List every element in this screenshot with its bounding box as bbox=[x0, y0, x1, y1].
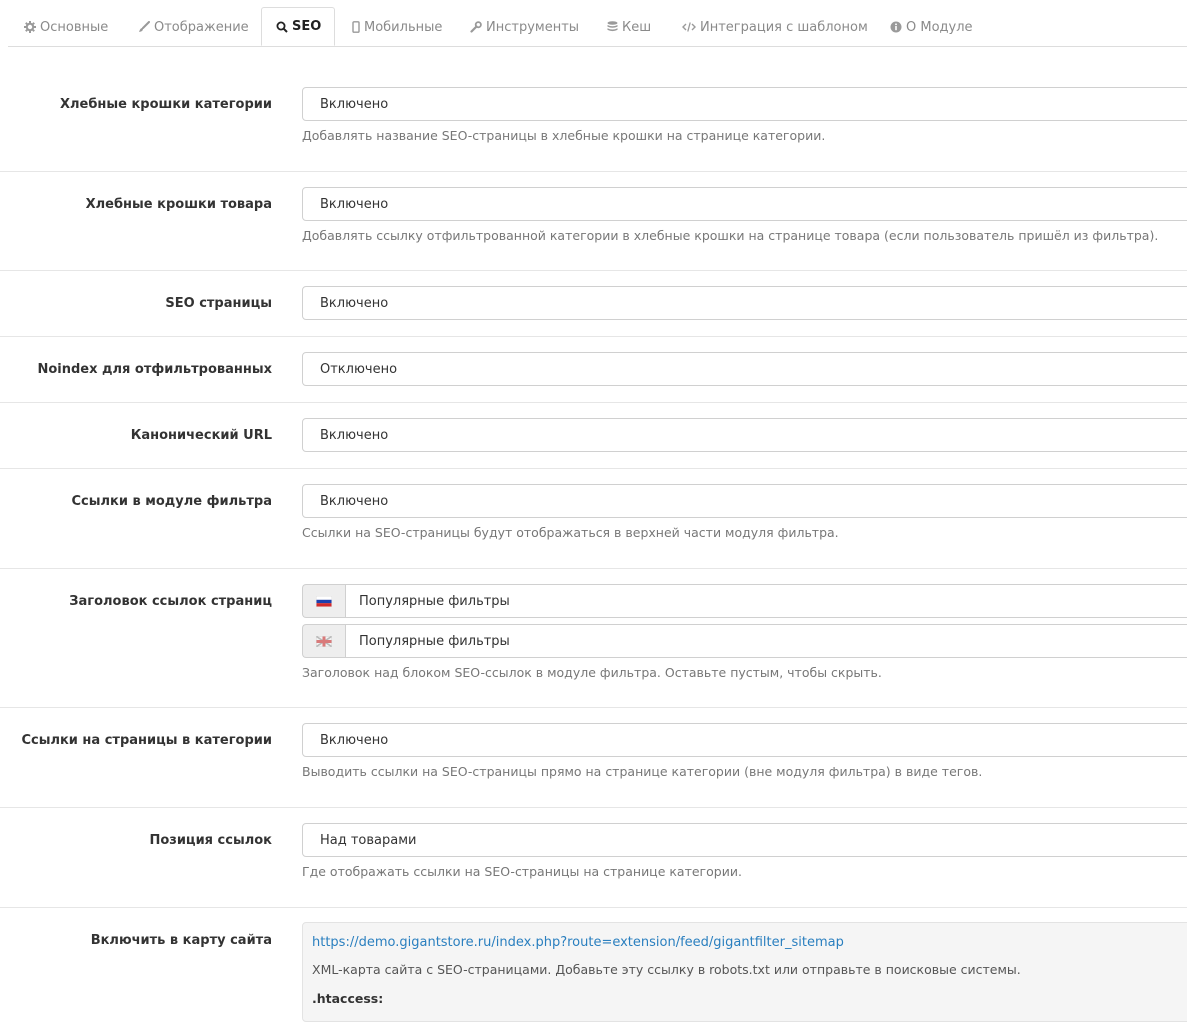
setting-label: Хлебные крошки товара bbox=[85, 197, 272, 212]
help-text: Выводить ссылки на SEO-страницы прямо на… bbox=[302, 764, 983, 779]
setting-label: SEO страницы bbox=[165, 296, 272, 311]
links-position-select[interactable]: Над товарами bbox=[302, 823, 1187, 857]
setting-row-links-position: Позиция ссылок Над товарами Где отобража… bbox=[0, 808, 1187, 908]
setting-row-product-breadcrumbs: Хлебные крошки товара Включено Добавлять… bbox=[0, 172, 1187, 271]
setting-label: Ссылки в модуле фильтра bbox=[71, 494, 273, 509]
noindex-select[interactable]: Отключено bbox=[302, 352, 1187, 386]
info-icon bbox=[890, 21, 902, 33]
tab-mobile[interactable]: Мобильные bbox=[352, 8, 442, 46]
setting-row-seo-pages: SEO страницы Включено bbox=[0, 271, 1187, 337]
setting-row-links-title: Заголовок ссылок страниц Популярные филь… bbox=[0, 569, 1187, 708]
tab-label: Кеш bbox=[622, 19, 652, 35]
ru-flag-icon bbox=[302, 584, 345, 618]
htaccess-label: .htaccess: bbox=[312, 991, 384, 1006]
setting-label: Заголовок ссылок страниц bbox=[69, 594, 272, 609]
tab-label: Инструменты bbox=[486, 19, 580, 35]
sitemap-help-text: XML-карта сайта с SEO-страницами. Добавь… bbox=[312, 962, 1021, 977]
tab-label: Интеграция с шаблоном bbox=[700, 19, 868, 35]
links-title-ru-group: Популярные фильтры bbox=[302, 584, 1187, 618]
mobile-icon bbox=[352, 21, 360, 33]
tab-tools[interactable]: Инструменты bbox=[470, 8, 579, 46]
tab-display[interactable]: Отображение bbox=[138, 8, 249, 46]
tab-label: Мобильные bbox=[364, 19, 443, 35]
setting-label: Хлебные крошки категории bbox=[59, 97, 272, 112]
tab-about[interactable]: О Модуле bbox=[890, 8, 973, 46]
tab-label: Отображение bbox=[154, 19, 249, 35]
tab-cache[interactable]: Кеш bbox=[607, 8, 651, 46]
setting-row-canonical: Канонический URL Включено bbox=[0, 403, 1187, 469]
canonical-select[interactable]: Включено bbox=[302, 418, 1187, 452]
tab-general[interactable]: Основные bbox=[24, 8, 108, 46]
help-text: Добавлять ссылку отфильтрованной категор… bbox=[302, 228, 1159, 243]
help-text: Добавлять название SEO-страницы в хлебны… bbox=[302, 128, 826, 143]
links-title-ru-input[interactable]: Популярные фильтры bbox=[345, 584, 1187, 618]
setting-label: Позиция ссылок bbox=[149, 833, 272, 848]
code-icon bbox=[682, 21, 696, 33]
setting-label: Ссылки на страницы в категории bbox=[21, 733, 272, 748]
settings-tabs: Основные Отображение SEO Мобильные Инстр… bbox=[8, 0, 1187, 47]
setting-label-sitemap: Включить в карту сайта bbox=[90, 933, 272, 948]
filter-links-select[interactable]: Включено bbox=[302, 484, 1187, 518]
brush-icon bbox=[138, 21, 150, 33]
setting-label: Noindex для отфильтрованных bbox=[37, 362, 272, 377]
help-text: Заголовок над блоком SEO-ссылок в модуле… bbox=[302, 665, 882, 680]
setting-label: Канонический URL bbox=[130, 428, 272, 443]
tab-label: Основные bbox=[40, 19, 109, 35]
tab-template-integration[interactable]: Интеграция с шаблоном bbox=[682, 8, 868, 46]
search-icon bbox=[276, 21, 288, 33]
en-flag-icon bbox=[302, 624, 345, 658]
setting-row-cat-breadcrumbs: Хлебные крошки категории Включено Добавл… bbox=[0, 72, 1187, 172]
help-text: Ссылки на SEO-страницы будут отображатьс… bbox=[302, 525, 839, 540]
database-icon bbox=[607, 21, 618, 33]
wrench-icon bbox=[470, 21, 482, 33]
product-breadcrumbs-select[interactable]: Включено bbox=[302, 187, 1187, 221]
tab-seo[interactable]: SEO bbox=[261, 7, 335, 46]
sitemap-info-box: https://demo.gigantstore.ru/index.php?ro… bbox=[302, 922, 1187, 1022]
cat-breadcrumbs-select[interactable]: Включено bbox=[302, 87, 1187, 121]
setting-row-filter-links: Ссылки в модуле фильтра Включено Ссылки … bbox=[0, 469, 1187, 569]
tab-label: SEO bbox=[292, 19, 322, 34]
gear-icon bbox=[24, 21, 36, 33]
sitemap-url-link[interactable]: https://demo.gigantstore.ru/index.php?ro… bbox=[312, 935, 844, 950]
setting-row-category-links: Ссылки на страницы в категории Включено … bbox=[0, 708, 1187, 808]
category-links-select[interactable]: Включено bbox=[302, 723, 1187, 757]
seo-pages-select[interactable]: Включено bbox=[302, 286, 1187, 320]
links-title-en-input[interactable]: Популярные фильтры bbox=[345, 624, 1187, 658]
links-title-en-group: Популярные фильтры bbox=[302, 624, 1187, 658]
help-text: Где отображать ссылки на SEO-страницы на… bbox=[302, 864, 742, 879]
tab-label: О Модуле bbox=[906, 19, 973, 35]
setting-row-noindex: Noindex для отфильтрованных Отключено bbox=[0, 337, 1187, 403]
